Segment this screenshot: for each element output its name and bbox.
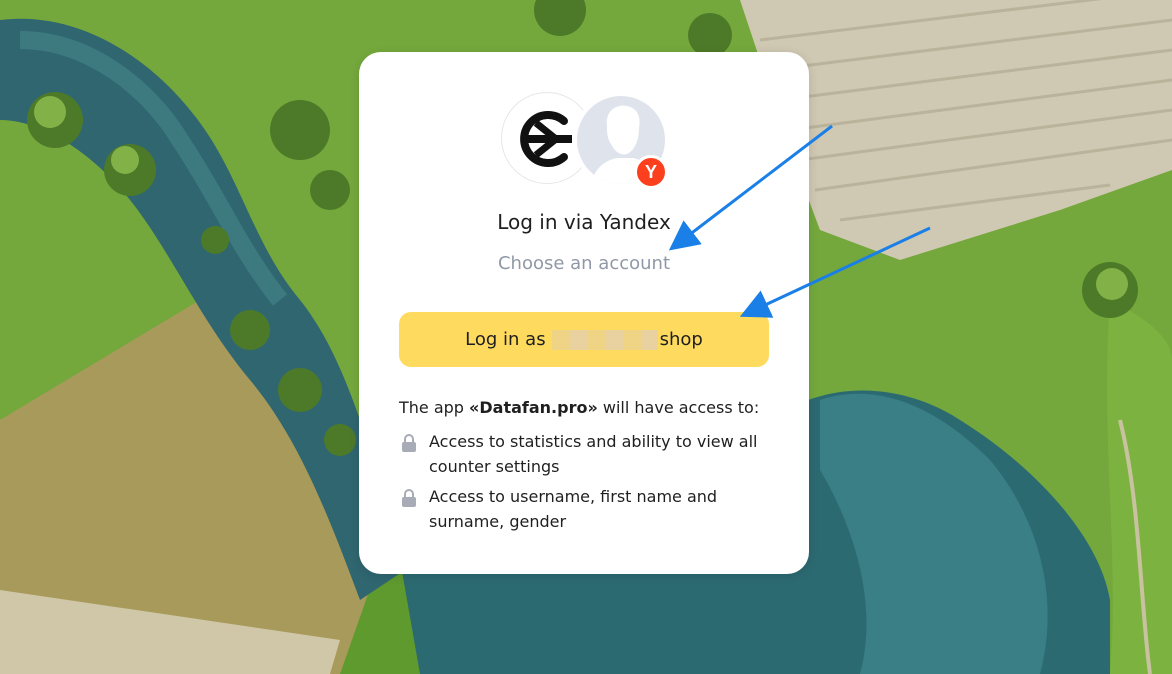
avatars-group: Y: [501, 92, 671, 189]
access-intro-suffix: will have access to:: [597, 398, 760, 417]
permission-text: Access to username, first name and surna…: [429, 487, 718, 531]
access-intro-text: The app «Datafan.pro» will have access t…: [399, 398, 759, 417]
login-as-account-button[interactable]: Log in as shop: [399, 312, 769, 367]
permission-text: Access to statistics and ability to view…: [429, 432, 758, 476]
login-card: Y Log in via Yandex Choose an account Lo…: [359, 52, 809, 574]
app-name: «Datafan.pro»: [469, 398, 598, 417]
login-button-prefix: Log in as: [465, 329, 546, 350]
redacted-username: [551, 329, 658, 350]
lock-icon: [402, 434, 416, 452]
login-button-suffix: shop: [659, 329, 703, 350]
page-title: Log in via Yandex: [497, 210, 671, 234]
lock-icon: [402, 489, 416, 507]
access-intro-prefix: The app: [399, 398, 470, 417]
yandex-badge-icon: Y: [634, 155, 668, 189]
choose-account-subtitle: Choose an account: [497, 253, 671, 274]
